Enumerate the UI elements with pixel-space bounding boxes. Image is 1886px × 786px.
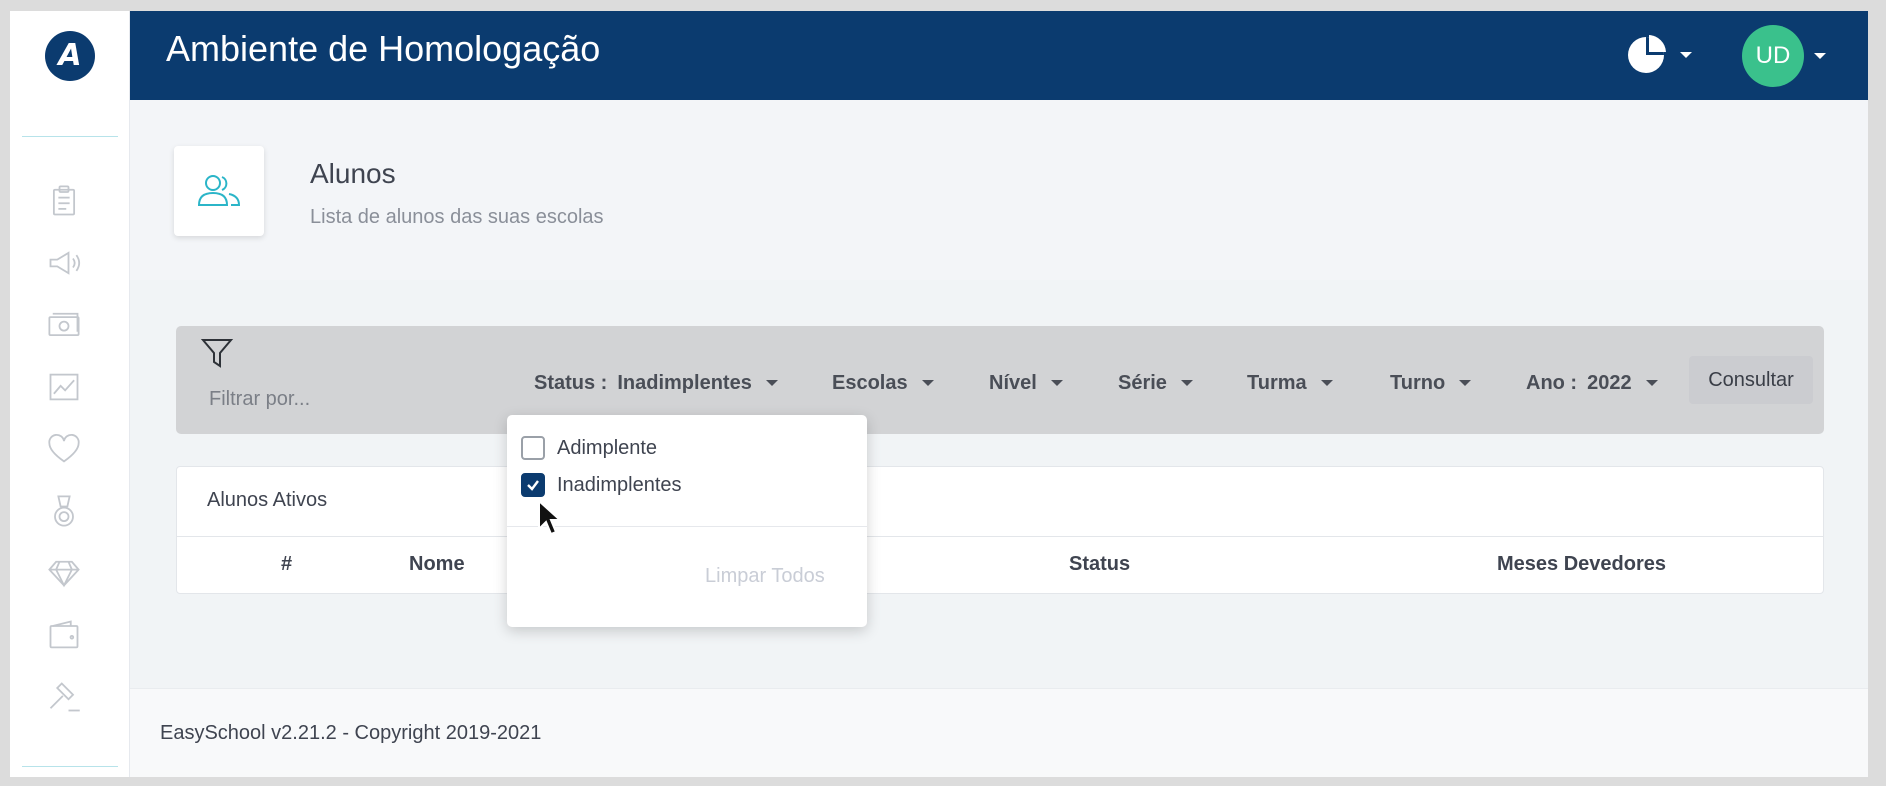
chevron-down-icon bbox=[921, 380, 934, 386]
top-header: Ambiente de Homologação UD bbox=[130, 11, 1868, 100]
environment-title: Ambiente de Homologação bbox=[166, 28, 601, 69]
page-title: Alunos bbox=[310, 158, 396, 189]
turno-filter-dropdown[interactable]: Turno bbox=[1390, 368, 1472, 398]
wallet-icon[interactable] bbox=[44, 615, 84, 655]
footer: EasySchool v2.21.2 - Copyright 2019-2021 bbox=[130, 688, 1868, 777]
filter-icon bbox=[200, 339, 234, 368]
chevron-down-icon bbox=[1180, 380, 1193, 386]
students-card: Alunos Ativos # Nome Status Meses Devedo… bbox=[176, 466, 1824, 594]
mouse-cursor-icon bbox=[538, 499, 561, 536]
app-window: A Ambiente de Homologação UD Alunos List… bbox=[10, 11, 1868, 777]
avatar: UD bbox=[1742, 25, 1804, 87]
logo[interactable]: A bbox=[10, 11, 130, 100]
chevron-down-icon bbox=[1320, 380, 1333, 386]
option-label: Inadimplentes bbox=[557, 473, 682, 496]
menu-divider bbox=[507, 526, 867, 527]
nivel-filter-label: Nível bbox=[989, 371, 1037, 394]
clear-all-button[interactable]: Limpar Todos bbox=[705, 565, 825, 588]
heart-icon[interactable] bbox=[44, 429, 84, 469]
line-chart-icon[interactable] bbox=[44, 367, 84, 407]
pie-chart-icon bbox=[1628, 35, 1666, 73]
gavel-icon[interactable] bbox=[44, 677, 84, 717]
option-label: Adimplente bbox=[557, 436, 658, 459]
column-header-status[interactable]: Status bbox=[1069, 553, 1130, 576]
card-divider bbox=[177, 536, 1823, 537]
status-option-adimplente[interactable]: Adimplente bbox=[521, 435, 657, 461]
status-option-inadimplentes[interactable]: Inadimplentes bbox=[521, 472, 682, 498]
sidebar-divider bbox=[22, 766, 118, 767]
chevron-down-icon bbox=[765, 380, 778, 386]
megaphone-icon[interactable] bbox=[44, 243, 84, 283]
users-icon bbox=[197, 175, 241, 206]
serie-filter-label: Série bbox=[1118, 371, 1167, 394]
status-filter-label: Status : bbox=[534, 371, 608, 394]
logo-icon: A bbox=[45, 30, 95, 81]
chevron-down-icon bbox=[1680, 52, 1692, 58]
column-header-nome[interactable]: Nome bbox=[409, 553, 465, 576]
ano-filter-value: 2022 bbox=[1587, 371, 1632, 394]
checkbox-unchecked[interactable] bbox=[521, 436, 545, 460]
chevron-down-icon bbox=[1459, 380, 1472, 386]
reports-menu-button[interactable] bbox=[1626, 33, 1706, 77]
check-icon bbox=[527, 480, 539, 491]
serie-filter-dropdown[interactable]: Série bbox=[1118, 368, 1193, 398]
diamond-icon[interactable] bbox=[44, 553, 84, 593]
medal-icon[interactable] bbox=[44, 491, 84, 531]
money-icon[interactable] bbox=[44, 305, 84, 345]
status-dropdown-menu: Adimplente Inadimplentes Limpar Todos bbox=[507, 415, 867, 627]
sidebar: A bbox=[10, 11, 130, 777]
page-subtitle: Lista de alunos das suas escolas bbox=[310, 206, 604, 228]
consultar-button[interactable]: Consultar bbox=[1689, 356, 1813, 404]
user-menu-button[interactable]: UD bbox=[1742, 25, 1852, 87]
ano-filter-label: Ano : bbox=[1526, 371, 1578, 394]
filter-label: Filtrar por... bbox=[209, 388, 311, 410]
escolas-filter-label: Escolas bbox=[832, 371, 908, 394]
column-header-number[interactable]: # bbox=[281, 553, 292, 576]
ano-filter-dropdown[interactable]: Ano : 2022 bbox=[1526, 368, 1658, 398]
clipboard-icon[interactable] bbox=[44, 181, 84, 221]
sidebar-divider bbox=[22, 136, 118, 137]
chevron-down-icon bbox=[1814, 53, 1826, 59]
turma-filter-label: Turma bbox=[1247, 371, 1307, 394]
checkbox-checked[interactable] bbox=[521, 473, 545, 497]
status-filter-dropdown[interactable]: Status : Inadimplentes bbox=[534, 368, 778, 398]
footer-copyright: EasySchool v2.21.2 - Copyright 2019-2021 bbox=[160, 722, 542, 744]
chevron-down-icon bbox=[1050, 380, 1063, 386]
chevron-down-icon bbox=[1645, 380, 1658, 386]
page-heading: Alunos Lista de alunos das suas escolas bbox=[130, 100, 1868, 280]
status-filter-value: Inadimplentes bbox=[617, 371, 752, 394]
column-header-meses-devedores[interactable]: Meses Devedores bbox=[1497, 553, 1666, 576]
turno-filter-label: Turno bbox=[1390, 371, 1446, 394]
nivel-filter-dropdown[interactable]: Nível bbox=[989, 368, 1063, 398]
turma-filter-dropdown[interactable]: Turma bbox=[1247, 368, 1333, 398]
filter-bar: Filtrar por... Status : Inadimplentes Es… bbox=[176, 326, 1824, 434]
card-title: Alunos Ativos bbox=[207, 489, 328, 511]
page-icon bbox=[174, 146, 264, 236]
escolas-filter-dropdown[interactable]: Escolas bbox=[832, 368, 934, 398]
